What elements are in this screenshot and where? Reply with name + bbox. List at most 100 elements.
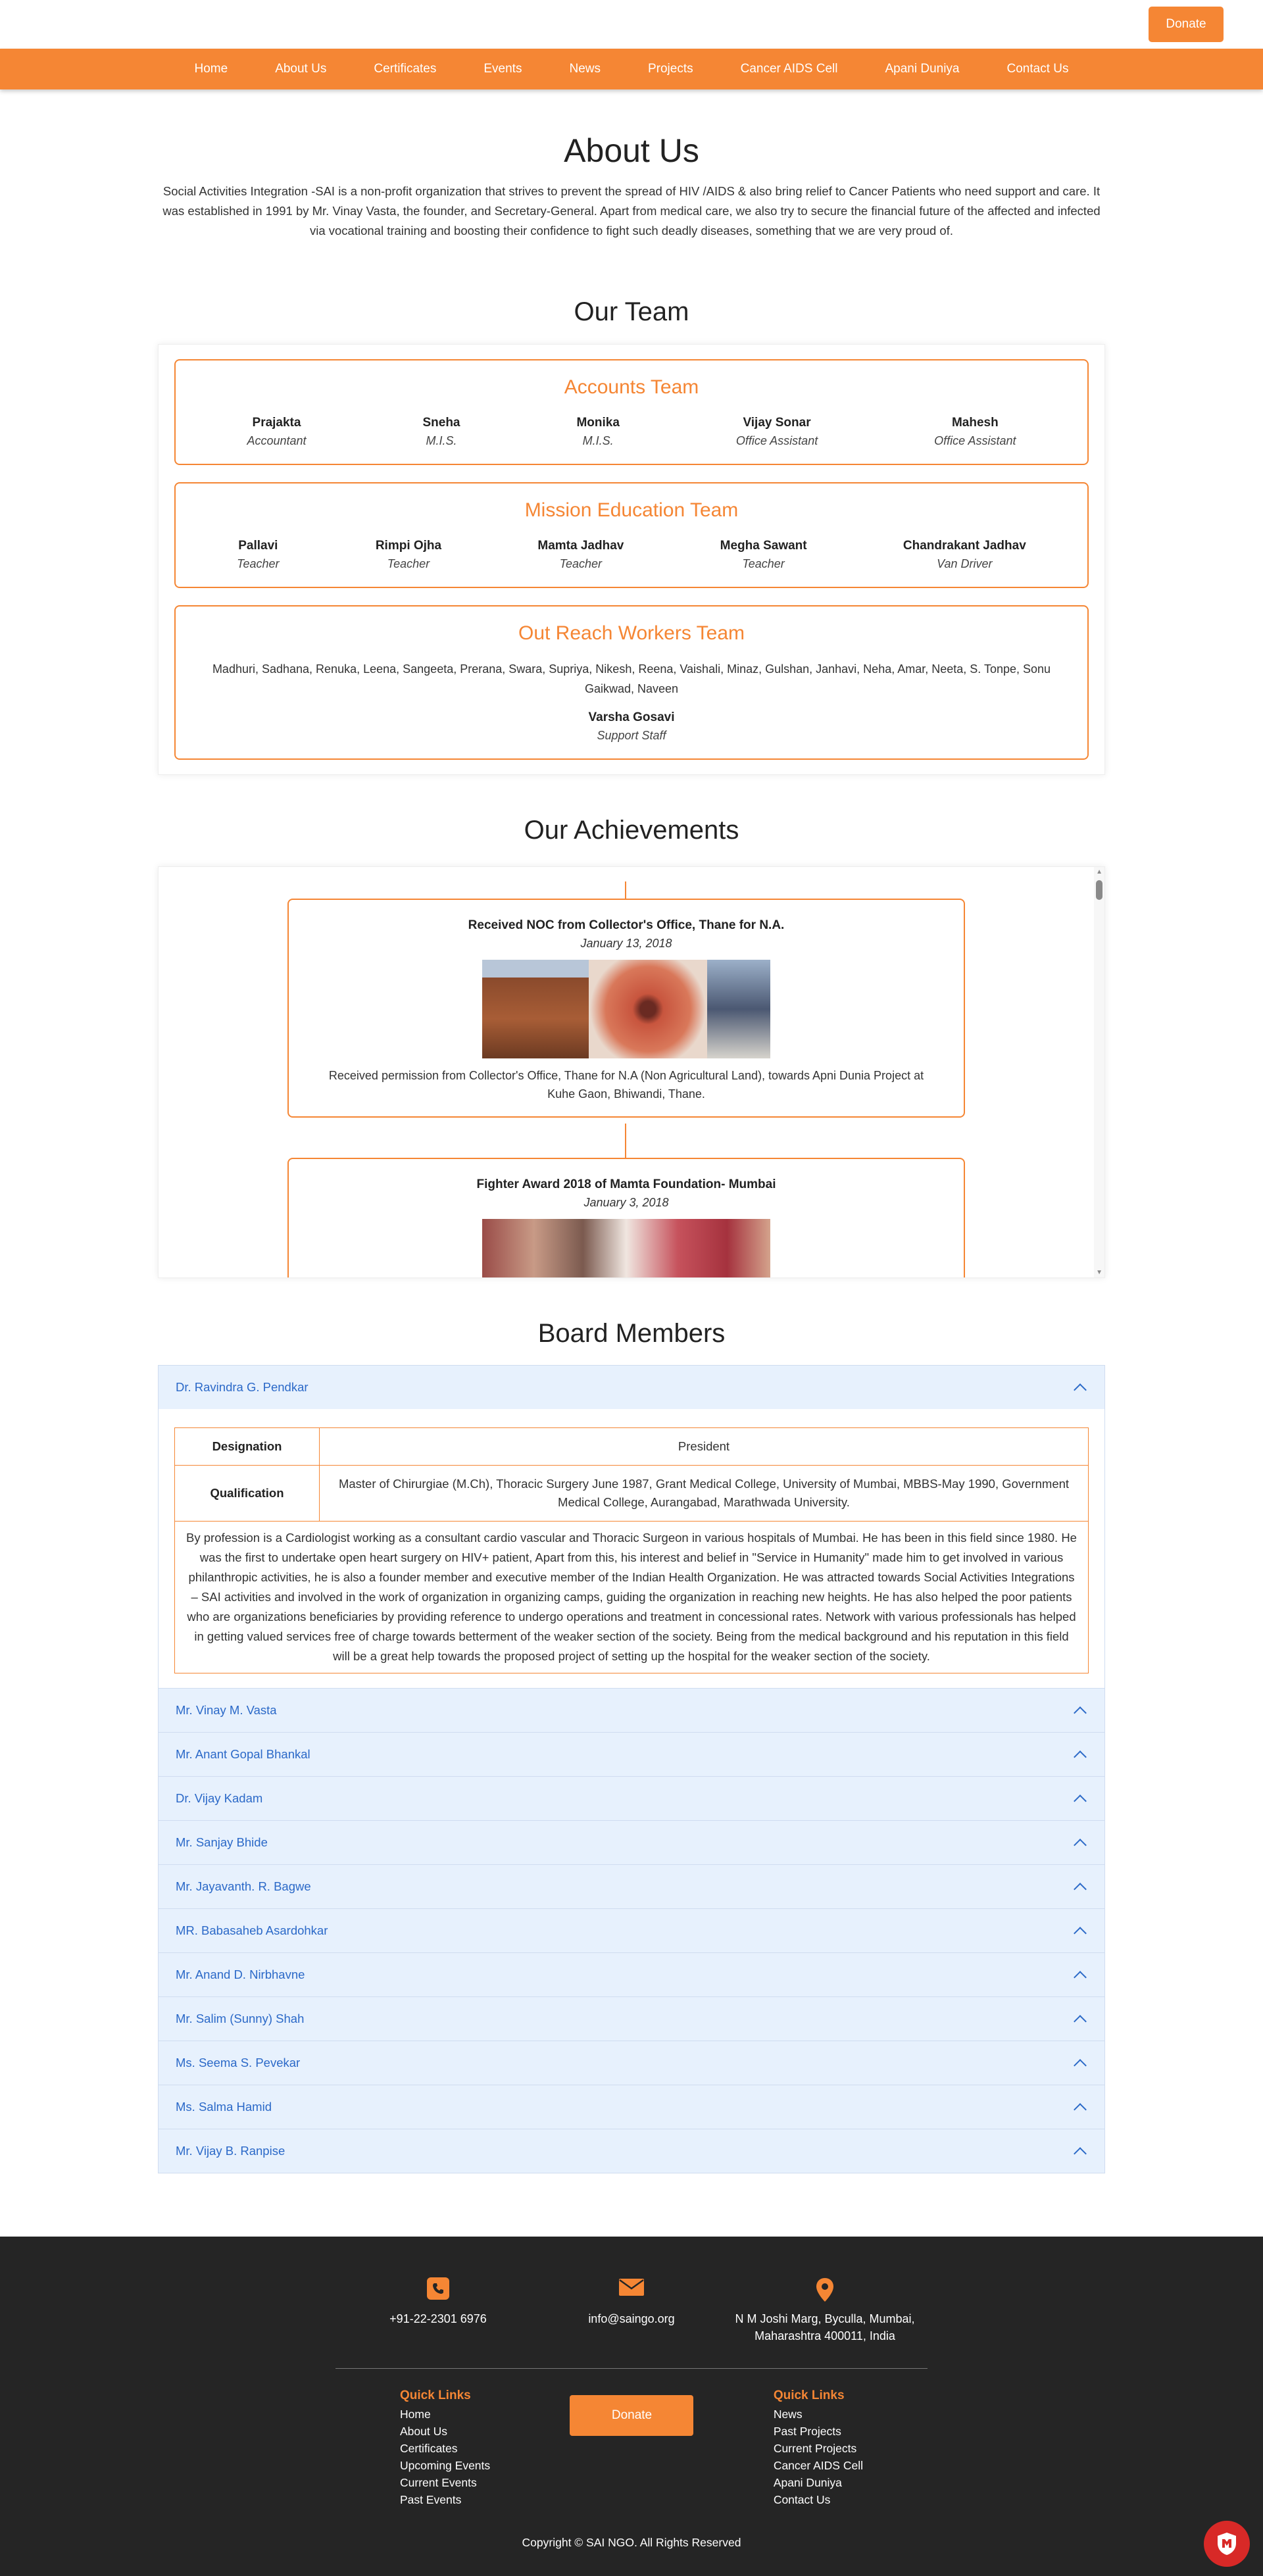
footer-donate-button[interactable]: Donate (570, 2395, 694, 2436)
accordion-header[interactable]: Mr. Vinay M. Vasta (159, 1689, 1104, 1732)
accordion-header[interactable]: Dr. Ravindra G. Pendkar (159, 1366, 1104, 1409)
footer-link-current-events[interactable]: Current Events (400, 2474, 490, 2491)
achievements-heading: Our Achievements (524, 816, 739, 845)
contact-address: N M Joshi Marg, Byculla, Mumbai, Maharas… (728, 2277, 922, 2344)
board-member-name: Mr. Anand D. Nirbhavne (176, 1968, 305, 1981)
footer-link-certificates[interactable]: Certificates (400, 2440, 490, 2457)
nav-about-us[interactable]: About Us (275, 62, 326, 76)
accordion-header[interactable]: Ms. Seema S. Pevekar (159, 2041, 1104, 2085)
donate-button[interactable]: Donate (1149, 7, 1224, 42)
nav-apani-duniya[interactable]: Apani Duniya (885, 62, 959, 76)
board-member-name: Mr. Sanjay Bhide (176, 1835, 268, 1849)
member-role: Teacher (559, 557, 603, 570)
member-role: Van Driver (937, 557, 993, 570)
scroll-thumb[interactable] (1096, 880, 1102, 900)
qualification-value: Master of Chirurgiae (M.Ch), Thoracic Su… (319, 1465, 1089, 1522)
accordion-header[interactable]: Mr. Vijay B. Ranpise (159, 2129, 1104, 2173)
board-member-name: Dr. Vijay Kadam (176, 1791, 263, 1805)
shield-icon[interactable] (1204, 2521, 1250, 2567)
nav-home[interactable]: Home (195, 62, 228, 76)
footer-link-past-projects[interactable]: Past Projects (774, 2423, 863, 2440)
timeline-scrollbar[interactable]: ▲ ▼ (1094, 867, 1104, 1277)
accordion-item: Ms. Salma Hamid (158, 2085, 1105, 2129)
member-role: Teacher (237, 557, 280, 570)
achievement-card: Received NOC from Collector's Office, Th… (287, 899, 965, 1118)
footer-link-about-us[interactable]: About Us (400, 2423, 490, 2440)
member-name: Varsha Gosavi (588, 710, 675, 724)
member-role: Accountant (247, 434, 307, 447)
footer-link-home[interactable]: Home (400, 2406, 490, 2423)
achievements-timeline[interactable]: Received NOC from Collector's Office, Th… (158, 866, 1105, 1278)
achievement-date: January 3, 2018 (583, 1196, 669, 1209)
accordion-header[interactable]: Mr. Jayavanth. R. Bagwe (159, 1865, 1104, 1908)
email-address[interactable]: info@saingo.org (535, 2310, 728, 2327)
nav-contact-us[interactable]: Contact Us (1007, 62, 1069, 76)
chevron-up-icon (1074, 1839, 1087, 1852)
footer-link-apani-duniya[interactable]: Apani Duniya (774, 2474, 863, 2491)
achievement-title: Received NOC from Collector's Office, Th… (468, 918, 785, 932)
outreach-team: Out Reach Workers Team Madhuri, Sadhana,… (174, 605, 1089, 760)
footer-link-cancer-aids-cell[interactable]: Cancer AIDS Cell (774, 2457, 863, 2474)
member-role: Office Assistant (735, 434, 818, 447)
team-member: Megha Sawant Teacher (720, 539, 807, 571)
footer-link-contact-us[interactable]: Contact Us (774, 2491, 863, 2508)
chevron-up-icon (1074, 1883, 1087, 1896)
accordion-item: Mr. Anant Gopal Bhankal (158, 1732, 1105, 1777)
accordion-item: MR. Babasaheb Asardohkar (158, 1908, 1105, 1953)
board-member-name: Mr. Salim (Sunny) Shah (176, 2012, 305, 2025)
team-member: Mahesh Office Assistant (934, 416, 1016, 448)
member-name: Monika (576, 416, 620, 430)
chevron-up-icon (1074, 2103, 1087, 2116)
main-nav: Home About Us Certificates Events News P… (0, 49, 1263, 89)
accordion-item: Mr. Vinay M. Vasta (158, 1688, 1105, 1733)
board-member-name: MR. Babasaheb Asardohkar (176, 1923, 328, 1937)
team-member: Varsha Gosavi Support Staff (189, 710, 1074, 743)
member-name: Mahesh (951, 416, 999, 430)
scroll-down-icon[interactable]: ▼ (1096, 1269, 1102, 1276)
accordion-header[interactable]: MR. Babasaheb Asardohkar (159, 1909, 1104, 1952)
accordion-header[interactable]: Mr. Anant Gopal Bhankal (159, 1733, 1104, 1776)
footer-link-current-projects[interactable]: Current Projects (774, 2440, 863, 2457)
board-member-name: Mr. Jayavanth. R. Bagwe (176, 1879, 311, 1893)
footer-link-upcoming-events[interactable]: Upcoming Events (400, 2457, 490, 2474)
designation-label: Designation (174, 1427, 320, 1466)
map-pin-icon (728, 2277, 922, 2302)
accordion-header[interactable]: Mr. Anand D. Nirbhavne (159, 1953, 1104, 1996)
nav-projects[interactable]: Projects (648, 62, 693, 76)
accordion-item: Dr. Ravindra G. Pendkar Designation Presi… (158, 1365, 1105, 1689)
footer-divider (335, 2368, 928, 2369)
member-role: Teacher (742, 557, 785, 570)
accordion-item: Mr. Vijay B. Ranpise (158, 2129, 1105, 2173)
team-member: Rimpi Ojha Teacher (376, 539, 441, 571)
accordion-header[interactable]: Mr. Salim (Sunny) Shah (159, 1997, 1104, 2041)
accordion-header[interactable]: Mr. Sanjay Bhide (159, 1821, 1104, 1864)
member-role: Office Assistant (934, 434, 1016, 447)
nav-events[interactable]: Events (483, 62, 522, 76)
designation-value: President (319, 1427, 1089, 1466)
accordion-header[interactable]: Dr. Vijay Kadam (159, 1777, 1104, 1820)
team-member: Sneha M.I.S. (422, 416, 460, 448)
accounts-team-title: Accounts Team (564, 376, 699, 398)
accordion-item: Mr. Jayavanth. R. Bagwe (158, 1864, 1105, 1909)
member-name: Prajakta (252, 416, 301, 430)
footer-link-news[interactable]: News (774, 2406, 863, 2423)
member-info-table: Designation President Qualification Master… (174, 1427, 1089, 1522)
footer-link-past-events[interactable]: Past Events (400, 2491, 490, 2508)
member-role: M.I.S. (582, 434, 614, 447)
scroll-up-icon[interactable]: ▲ (1096, 868, 1102, 876)
phone-number[interactable]: +91-22-2301 6976 (341, 2310, 535, 2327)
top-bar: Donate (0, 0, 1263, 49)
team-member: Pallavi Teacher (237, 539, 279, 571)
member-role: Support Staff (597, 729, 666, 742)
member-name: Mamta Jadhav (537, 539, 624, 553)
address-line-1: N M Joshi Marg, Byculla, Mumbai, (735, 2312, 915, 2325)
about-intro: Social Activities Integration -SAI is a … (162, 184, 1101, 237)
board-accordion: Dr. Ravindra G. Pendkar Designation Presi… (158, 1365, 1105, 2173)
accordion-header[interactable]: Ms. Salma Hamid (159, 2085, 1104, 2129)
quick-links-right: Quick Links News Past Projects Current P… (774, 2389, 863, 2508)
nav-certificates[interactable]: Certificates (374, 62, 436, 76)
nav-news[interactable]: News (569, 62, 601, 76)
board-heading: Board Members (537, 1319, 726, 1348)
chevron-up-icon (1074, 1795, 1087, 1808)
nav-cancer-aids-cell[interactable]: Cancer AIDS Cell (741, 62, 838, 76)
